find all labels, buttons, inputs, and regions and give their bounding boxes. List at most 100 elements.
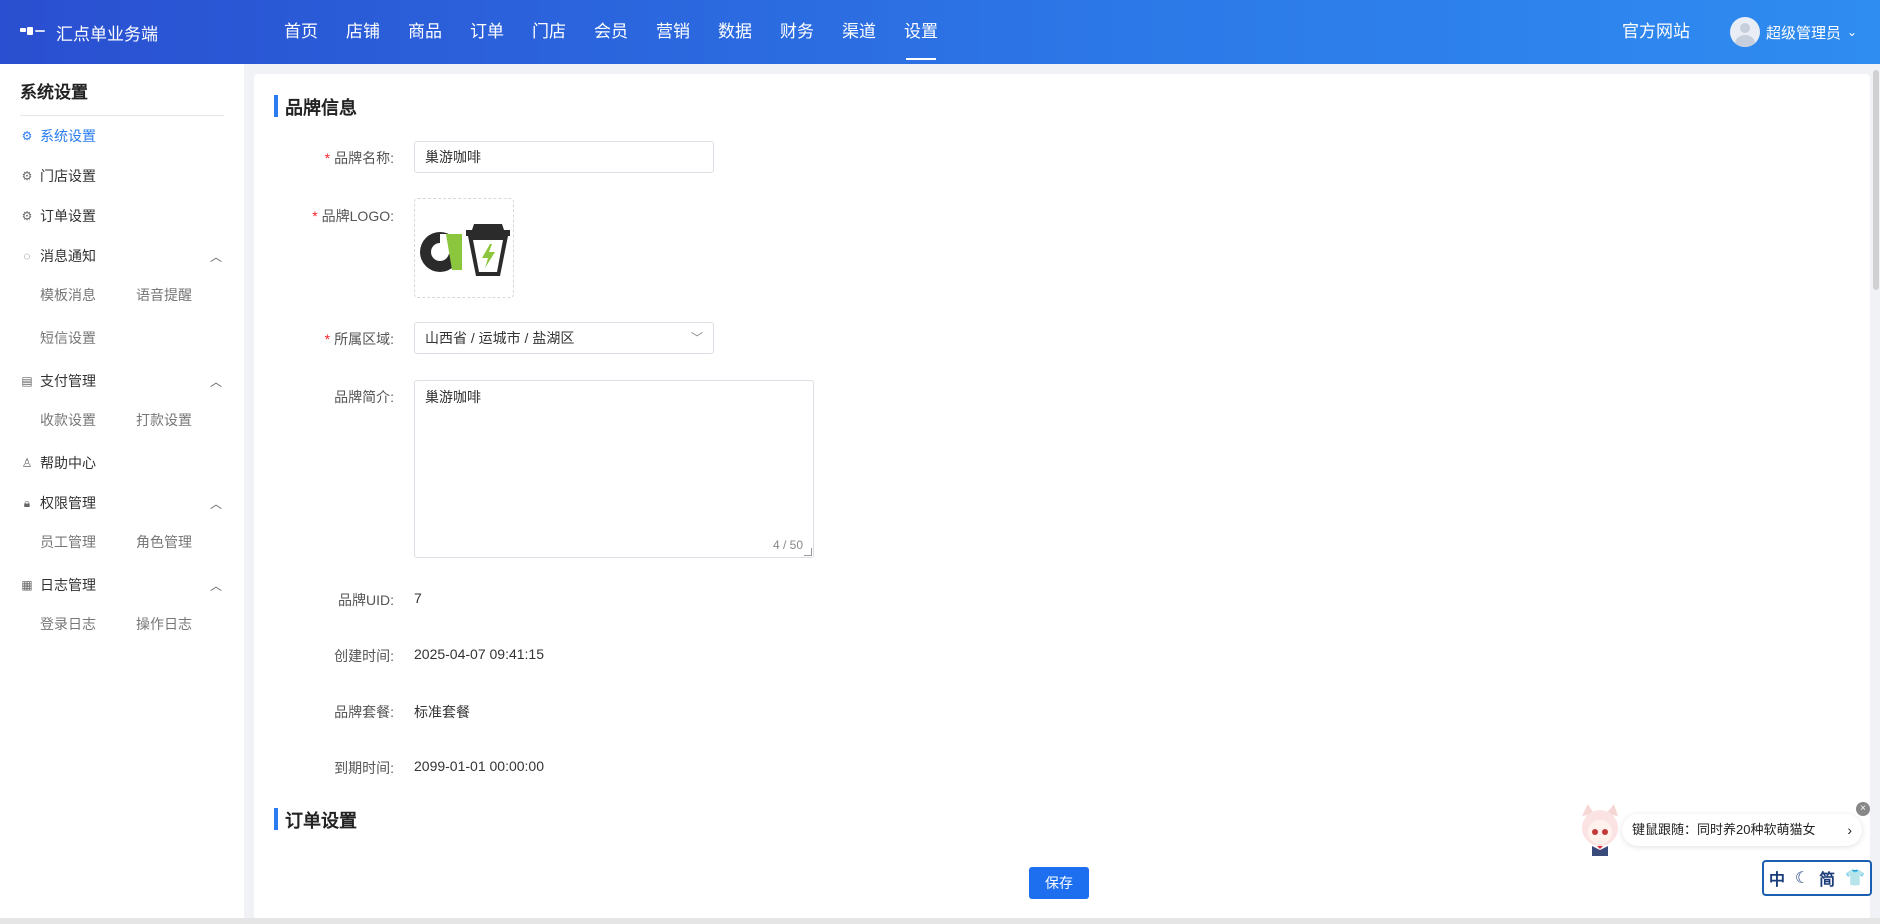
field-label-brand-logo: * 品牌LOGO:: [312, 208, 394, 224]
sidebar-item-payment[interactable]: ▤ 支付管理: [20, 369, 96, 393]
sidebar-item-label: 帮助中心: [40, 455, 96, 471]
gear-icon: ⚙: [21, 129, 33, 143]
resize-handle-icon[interactable]: [804, 548, 812, 556]
save-button[interactable]: 保存: [1029, 867, 1089, 899]
chevron-down-icon: ⌄: [1847, 25, 1858, 39]
user-icon: ♙: [21, 456, 33, 470]
nav-marketing[interactable]: 营销: [642, 0, 704, 64]
user-menu[interactable]: 超级管理员 ⌄: [1730, 16, 1857, 48]
nav-finance[interactable]: 财务: [766, 0, 828, 64]
sidebar: 系统设置 ⚙ 系统设置 ⚙ 门店设置 ⚙ 订单设置 ◌ 消息通知 ︿ 模板消息 …: [0, 64, 244, 924]
chat-bubble-icon: ◌: [23, 249, 31, 263]
mascot-widget: 键鼠跟随：同时养20种软萌猫女 › ×: [1574, 802, 1870, 856]
sidebar-subitem-voice-alert[interactable]: 语音提醒: [136, 285, 192, 305]
cat-girl-mascot-icon[interactable]: [1574, 802, 1626, 856]
lock-icon: 🔒︎: [23, 495, 31, 510]
wallet-icon: ▤: [21, 374, 33, 388]
required-mark: *: [312, 208, 318, 224]
sidebar-subitem-collection[interactable]: 收款设置: [40, 410, 96, 430]
section-title-brand: 品牌信息: [274, 94, 357, 120]
chevron-up-icon[interactable]: ︿: [210, 248, 222, 265]
sidebar-subitem-roles[interactable]: 角色管理: [136, 532, 192, 552]
logo-upload[interactable]: [414, 198, 514, 298]
nav-data[interactable]: 数据: [704, 0, 766, 64]
avatar: [1730, 17, 1760, 47]
sidebar-subitem-staff[interactable]: 员工管理: [40, 532, 96, 552]
brand-logo-icon: [20, 25, 46, 39]
sidebar-item-system[interactable]: ⚙ 系统设置: [20, 124, 96, 148]
sidebar-item-store[interactable]: ⚙ 门店设置: [20, 164, 96, 188]
sidebar-title: 系统设置: [20, 83, 88, 102]
user-name: 超级管理员: [1766, 24, 1842, 42]
chevron-up-icon[interactable]: ︿: [210, 373, 222, 390]
official-site-link[interactable]: 官方网站: [1622, 0, 1690, 64]
field-label-region: * 所属区域:: [324, 331, 394, 347]
sidebar-item-help[interactable]: ♙ 帮助中心: [20, 451, 96, 475]
ime-simplified-toggle[interactable]: 简: [1819, 866, 1835, 890]
nav-stores[interactable]: 门店: [518, 0, 580, 64]
scrollbar-thumb[interactable]: [1873, 70, 1879, 290]
sidebar-subitem-operation-log[interactable]: 操作日志: [136, 614, 192, 634]
main-content: 品牌信息 *品牌名称: *品牌LOGO: *所属区域: 山西省 / 运城市 / …: [254, 74, 1870, 920]
region-select[interactable]: 山西省 / 运城市 / 盐湖区 ﹀: [414, 322, 714, 354]
expire-time-value: 2099-01-01 00:00:00: [414, 758, 544, 774]
moon-icon[interactable]: ☾: [1795, 868, 1809, 888]
chevron-up-icon[interactable]: ︿: [210, 577, 222, 594]
package-value: 标准套餐: [414, 704, 470, 720]
chevron-right-icon: ›: [1847, 822, 1852, 838]
field-label-expire: 到期时间:: [334, 760, 394, 776]
sidebar-item-label: 消息通知: [40, 248, 96, 264]
skin-shirt-icon[interactable]: 👕: [1845, 868, 1865, 888]
vertical-scrollbar[interactable]: [1872, 64, 1880, 924]
nav-goods[interactable]: 商品: [394, 0, 456, 64]
brand[interactable]: 汇点单业务端: [20, 0, 158, 64]
brand-name-input[interactable]: [414, 141, 714, 173]
main-nav: 首页 店铺 商品 订单 门店 会员 营销 数据 财务 渠道 设置: [270, 0, 952, 64]
sidebar-item-label: 日志管理: [40, 577, 96, 593]
field-label-uid: 品牌UID:: [338, 592, 394, 608]
nav-members[interactable]: 会员: [580, 0, 642, 64]
sidebar-item-order[interactable]: ⚙ 订单设置: [20, 204, 96, 228]
sidebar-item-log[interactable]: ▦ 日志管理: [20, 573, 96, 597]
ime-language-toggle[interactable]: 中: [1769, 866, 1785, 890]
gear-icon: ⚙: [21, 209, 33, 223]
sidebar-item-label: 订单设置: [40, 208, 96, 224]
brand-intro-value: 巢游咖啡: [425, 389, 481, 405]
sidebar-item-label: 门店设置: [40, 168, 96, 184]
brand-intro-textarea[interactable]: 巢游咖啡 4 / 50: [414, 380, 814, 558]
nav-shop[interactable]: 店铺: [332, 0, 394, 64]
sidebar-item-label: 系统设置: [40, 128, 96, 144]
brand-uid-value: 7: [414, 590, 422, 606]
chevron-down-icon: ﹀: [690, 331, 703, 345]
section-title-order: 订单设置: [274, 807, 357, 833]
field-label-intro: 品牌简介:: [334, 389, 394, 405]
log-document-icon: ▦: [21, 578, 33, 592]
gear-icon: ⚙: [21, 169, 33, 183]
close-icon[interactable]: ×: [1856, 802, 1870, 816]
sidebar-subitem-login-log[interactable]: 登录日志: [40, 614, 96, 634]
field-label-package: 品牌套餐:: [334, 704, 394, 720]
sidebar-item-label: 权限管理: [40, 495, 96, 511]
char-counter: 4 / 50: [772, 538, 803, 552]
sidebar-item-message[interactable]: ◌ 消息通知: [20, 244, 96, 268]
nav-settings[interactable]: 设置: [890, 0, 952, 64]
nav-home[interactable]: 首页: [270, 0, 332, 64]
mascot-promo-text: 键鼠跟随：同时养20种软萌猫女: [1632, 822, 1816, 837]
sidebar-item-permission[interactable]: 🔒︎ 权限管理: [20, 491, 96, 515]
brand-title: 汇点单业务端: [56, 24, 158, 44]
field-label-created: 创建时间:: [334, 648, 394, 664]
mascot-promo-bubble[interactable]: 键鼠跟随：同时养20种软萌猫女 ›: [1622, 814, 1862, 846]
ime-toolbar: 中 ☾ 简 👕: [1762, 860, 1872, 896]
region-select-value: 山西省 / 运城市 / 盐湖区: [425, 330, 575, 346]
sidebar-subitem-template-message[interactable]: 模板消息: [40, 285, 96, 305]
created-time-value: 2025-04-07 09:41:15: [414, 646, 544, 662]
nav-orders[interactable]: 订单: [456, 0, 518, 64]
sidebar-subitem-payout[interactable]: 打款设置: [136, 410, 192, 430]
chevron-up-icon[interactable]: ︿: [210, 495, 222, 512]
sidebar-subitem-sms-settings[interactable]: 短信设置: [40, 328, 96, 348]
divider: [20, 115, 224, 116]
horizontal-scrollbar[interactable]: [0, 918, 1880, 924]
brand-logo-image: [420, 224, 510, 276]
required-mark: *: [324, 331, 331, 347]
nav-channels[interactable]: 渠道: [828, 0, 890, 64]
